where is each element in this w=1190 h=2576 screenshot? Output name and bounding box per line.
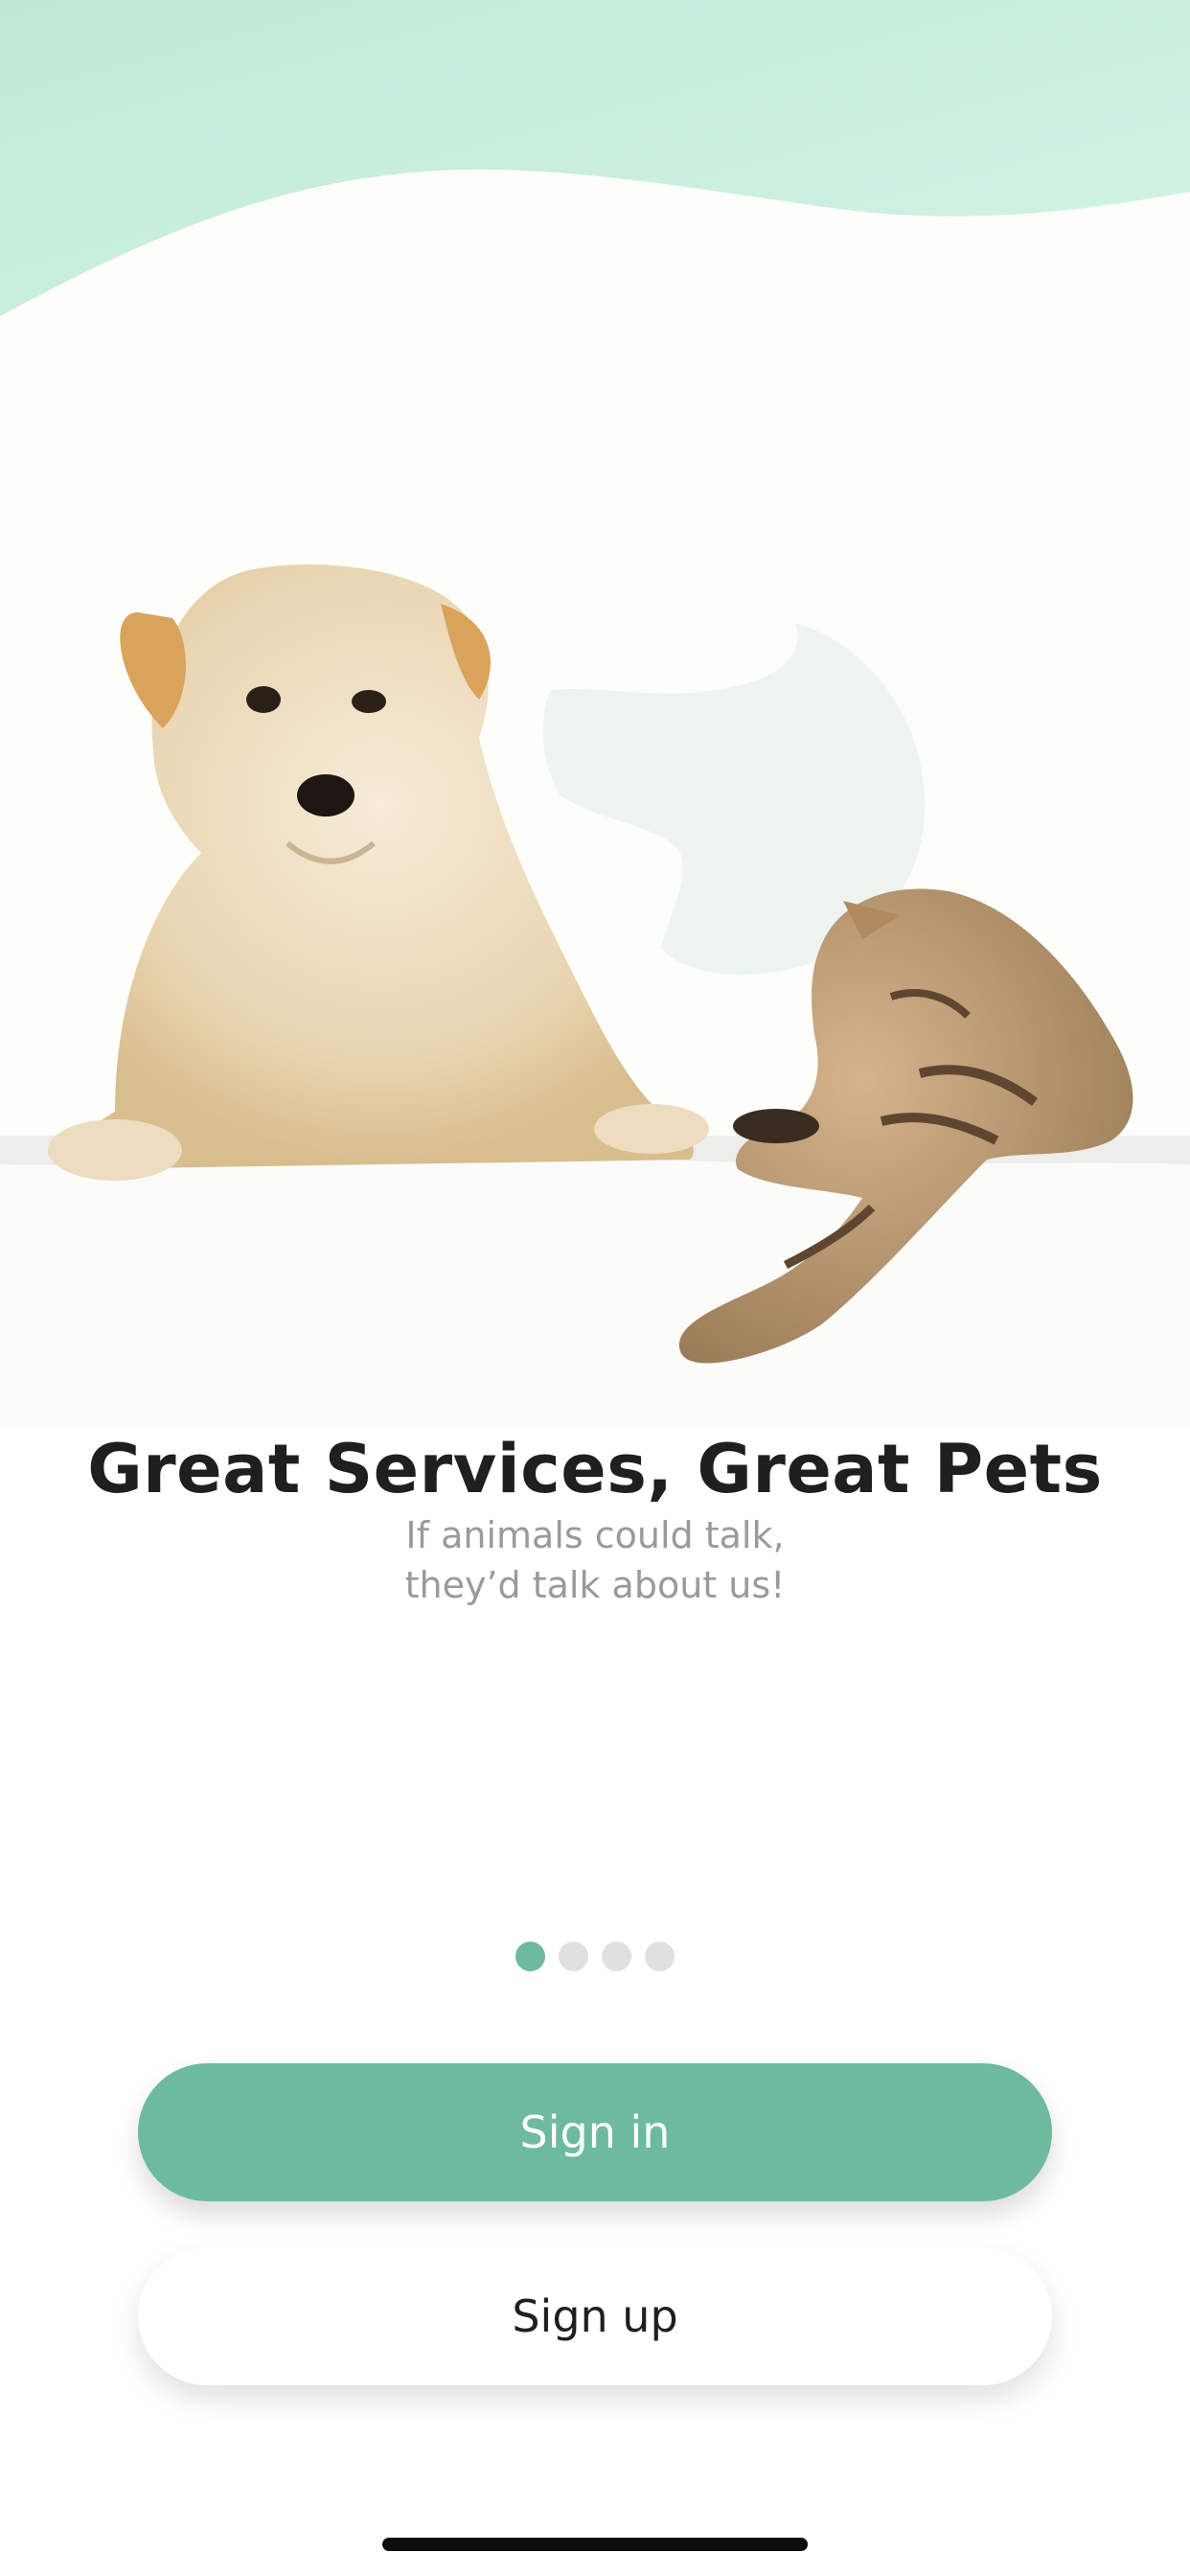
sign-in-label: Sign in [519,2106,671,2158]
top-wave-decoration [0,0,1190,316]
dog-figure [48,564,709,1181]
page-indicator [0,1942,1190,1972]
onboarding-subtitle-line-2: they’d talk about us! [404,1564,786,1606]
sign-in-button[interactable]: Sign in [138,2063,1052,2201]
page-dot-4[interactable] [645,1942,675,1971]
white-ledge [0,1138,1190,1428]
sign-up-label: Sign up [512,2290,678,2342]
onboarding-subtitle-line-1: If animals could talk, [405,1514,785,1556]
dog-and-cat-photo [0,564,1190,1428]
page-dot-2[interactable] [559,1942,588,1971]
page-dot-3[interactable] [602,1942,631,1971]
home-indicator[interactable] [382,2538,808,2551]
page-dot-1[interactable] [515,1942,545,1971]
hero-section [0,0,1190,1428]
sign-up-button[interactable]: Sign up [138,2247,1052,2385]
onboarding-title: Great Services, Great Pets [87,1430,1103,1508]
